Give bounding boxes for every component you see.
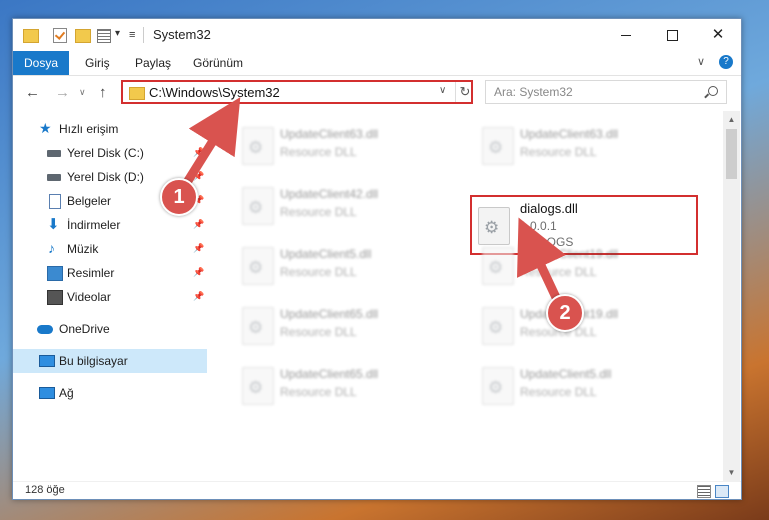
step-2-badge: 2	[546, 294, 584, 332]
step-1-badge: 1	[160, 178, 198, 216]
arrow-to-address-bar	[181, 97, 241, 189]
annotation-arrows	[181, 97, 566, 311]
